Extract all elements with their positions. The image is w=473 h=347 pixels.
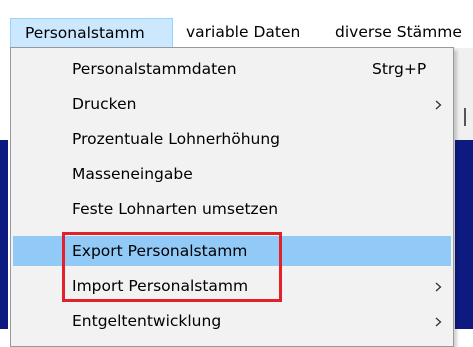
menu-item-import-personalstamm[interactable]: Import Personalstamm — [13, 271, 451, 301]
menu-item-export-personalstamm[interactable]: Export Personalstamm — [13, 236, 451, 266]
chevron-right-icon — [433, 306, 445, 336]
menubar-item-diverse-staemme[interactable]: diverse Stämme — [335, 18, 462, 48]
menu-item-feste-lohnarten-umsetzen[interactable]: Feste Lohnarten umsetzen — [13, 194, 451, 224]
menubar-item-personalstamm[interactable]: Personalstamm — [10, 18, 173, 48]
menubar-item-label: diverse Stämme — [335, 23, 462, 41]
menu-item-label: Import Personalstamm — [72, 277, 249, 295]
menubar-item-label: variable Daten — [186, 23, 301, 41]
menubar-item-variable-daten[interactable]: variable Daten — [186, 18, 300, 48]
menu-bar: Personalstamm variable Daten diverse Stä… — [0, 0, 473, 48]
menu-item-label: Drucken — [72, 95, 137, 113]
menu-item-label: Masseneingabe — [72, 165, 193, 183]
menu-item-masseneingabe[interactable]: Masseneingabe — [13, 159, 451, 189]
background-window-divider — [464, 108, 466, 126]
menu-item-drucken[interactable]: Drucken — [13, 89, 451, 119]
personalstamm-dropdown-menu: Personalstammdaten Strg+P Drucken Prozen… — [10, 47, 454, 347]
menu-item-personalstammdaten[interactable]: Personalstammdaten Strg+P — [13, 54, 451, 84]
menu-item-label: Feste Lohnarten umsetzen — [72, 200, 279, 218]
chevron-right-icon — [433, 271, 445, 301]
chevron-right-icon — [433, 89, 445, 119]
background-window-navy-left — [0, 140, 8, 329]
menu-item-entgeltentwicklung[interactable]: Entgeltentwicklung — [13, 306, 451, 336]
menu-item-label: Personalstammdaten — [72, 60, 237, 78]
menubar-item-label: Personalstamm — [25, 24, 145, 42]
menu-item-label: Prozentuale Lohnerhöhung — [72, 130, 281, 148]
menu-item-prozentuale-lohnerhoehung[interactable]: Prozentuale Lohnerhöhung — [13, 124, 451, 154]
menu-item-label: Export Personalstamm — [72, 242, 248, 260]
background-window-navy-right — [455, 140, 473, 329]
menu-item-shortcut: Strg+P — [372, 60, 427, 78]
menu-item-label: Entgeltentwicklung — [72, 312, 222, 330]
